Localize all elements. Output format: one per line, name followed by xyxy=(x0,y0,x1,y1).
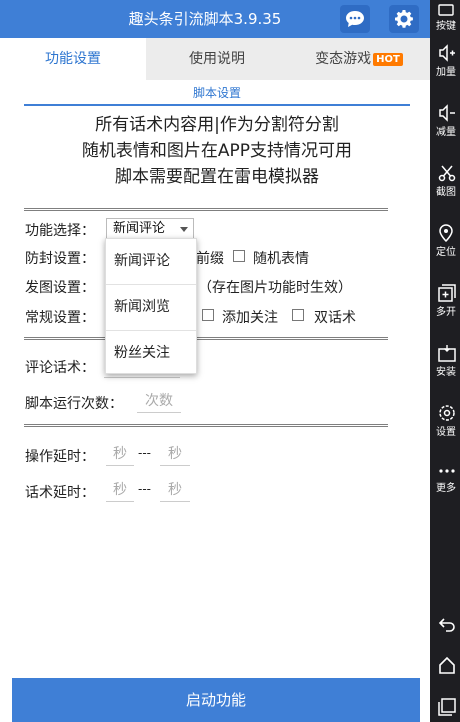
chat-bubble-icon xyxy=(346,11,364,27)
settings-gear-icon xyxy=(439,405,455,421)
sidebar-item-location[interactable]: 定位 xyxy=(430,224,460,258)
tab-usage-instructions[interactable]: 使用说明 xyxy=(146,38,288,80)
notice-line-3: 脚本需要配置在雷电模拟器 xyxy=(115,167,319,187)
random-emoji-checkbox[interactable] xyxy=(233,250,245,262)
more-dots-icon xyxy=(439,469,455,473)
nav-recent-button[interactable] xyxy=(430,698,460,716)
volume-up-icon xyxy=(439,44,455,62)
prefix-option-label: 前缀 xyxy=(196,251,224,267)
location-icon xyxy=(439,224,453,242)
separator xyxy=(24,208,388,211)
title-bar: 趣头条引流脚本3.9.35 xyxy=(0,0,430,38)
sidebar-item-install[interactable]: 安装 xyxy=(430,344,460,378)
dropdown-option-news-comment[interactable]: 新闻评论 xyxy=(106,239,196,285)
op-delay-min-input[interactable]: 秒 xyxy=(106,443,134,466)
function-label: 功能选择： xyxy=(25,223,95,239)
function-select[interactable]: 新闻评论 xyxy=(106,218,194,240)
tab-games[interactable]: 变态游戏 HOT xyxy=(288,38,430,80)
section-title: 脚本设置 xyxy=(24,84,410,106)
image-note: （存在图片功能时生效） xyxy=(198,280,352,296)
double-script-checkbox[interactable] xyxy=(292,309,304,321)
range-dash: --- xyxy=(138,482,151,496)
dropdown-option-news-browse[interactable]: 新闻浏览 xyxy=(106,285,196,331)
emulator-sidebar: 按键 加量 减量 截图 定位 多开 安装 设置 更多 xyxy=(430,0,460,722)
gear-icon xyxy=(395,10,413,28)
dropdown-arrow-icon xyxy=(180,227,188,232)
sidebar-item-volume-down[interactable]: 减量 xyxy=(430,104,460,138)
multi-instance-icon xyxy=(438,284,456,302)
hot-badge: HOT xyxy=(373,53,403,66)
tab-bar: 功能设置 使用说明 变态游戏 HOT xyxy=(0,38,430,80)
function-dropdown-menu: 新闻评论 新闻浏览 粉丝关注 xyxy=(105,238,197,374)
apk-install-icon xyxy=(438,345,456,362)
double-script-label: 双话术 xyxy=(314,310,356,326)
image-label: 发图设置： xyxy=(25,280,95,296)
notice-line-2: 随机表情和图片在APP支持情况可用 xyxy=(81,141,353,161)
chat-button[interactable] xyxy=(340,5,370,33)
nav-back-button[interactable] xyxy=(430,616,460,632)
script-delay-min-input[interactable]: 秒 xyxy=(106,479,134,502)
general-label: 常规设置： xyxy=(25,310,95,326)
op-delay-label: 操作延时： xyxy=(25,449,95,465)
start-button[interactable]: 启动功能 xyxy=(12,678,420,722)
sidebar-item-settings[interactable]: 设置 xyxy=(430,404,460,438)
notice-line-1: 所有话术内容用|作为分割符分割 xyxy=(95,115,339,135)
sidebar-item-screenshot[interactable]: 截图 xyxy=(430,164,460,198)
sidebar-item-multi[interactable]: 多开 xyxy=(430,284,460,318)
run-count-label: 脚本运行次数： xyxy=(25,396,123,412)
keyboard-icon xyxy=(438,4,454,16)
run-count-input[interactable]: 次数 xyxy=(137,390,181,413)
tab-function-settings[interactable]: 功能设置 xyxy=(0,38,146,80)
anti-ban-label: 防封设置： xyxy=(25,251,95,267)
script-delay-max-input[interactable]: 秒 xyxy=(160,479,190,502)
range-dash: --- xyxy=(138,446,151,460)
sidebar-item-more[interactable]: 更多 xyxy=(430,464,460,494)
settings-button[interactable] xyxy=(389,5,419,33)
function-select-value: 新闻评论 xyxy=(113,221,166,236)
sidebar-item-keys[interactable]: 按键 xyxy=(430,4,460,32)
home-icon xyxy=(439,656,455,674)
script-delay-label: 话术延时： xyxy=(25,485,95,501)
op-delay-max-input[interactable]: 秒 xyxy=(160,443,190,466)
volume-down-icon xyxy=(439,104,455,122)
random-emoji-label: 随机表情 xyxy=(253,251,309,267)
scissors-icon xyxy=(438,165,456,182)
dropdown-option-fan-follow[interactable]: 粉丝关注 xyxy=(106,331,196,376)
comment-script-label: 评论话术： xyxy=(25,360,95,376)
add-follow-checkbox[interactable] xyxy=(202,309,214,321)
nav-home-button[interactable] xyxy=(430,656,460,674)
add-follow-label: 添加关注 xyxy=(222,310,278,326)
separator xyxy=(24,424,388,427)
back-arrow-icon xyxy=(438,618,455,632)
sidebar-item-volume-up[interactable]: 加量 xyxy=(430,44,460,78)
recent-apps-icon xyxy=(438,698,456,716)
separator xyxy=(24,337,388,340)
